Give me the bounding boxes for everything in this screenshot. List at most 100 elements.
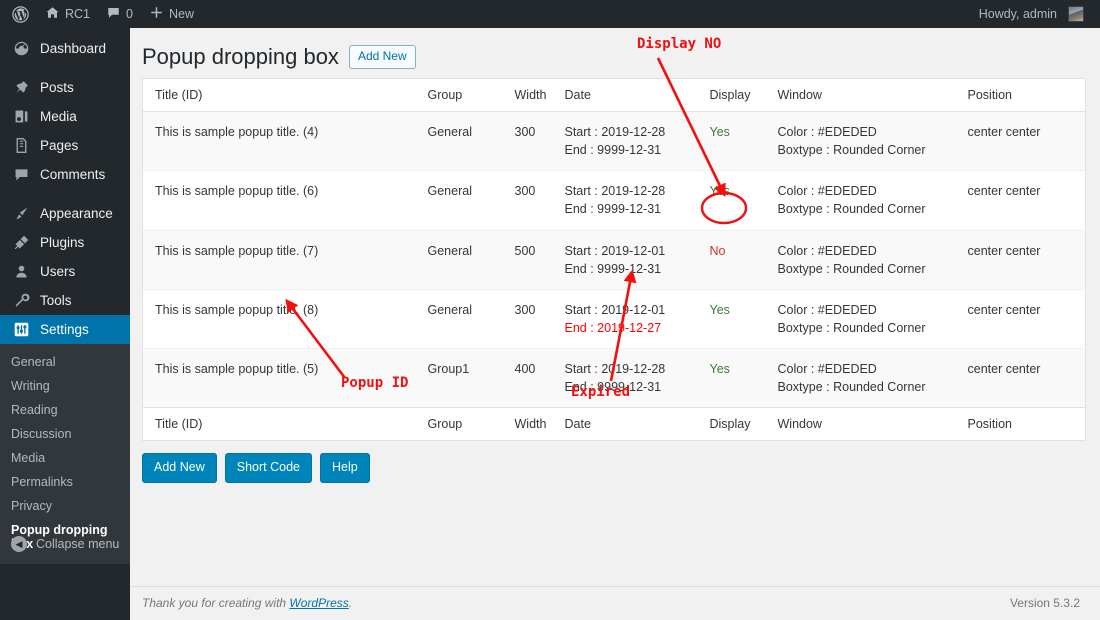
plus-icon: [149, 5, 164, 23]
submenu-item-general[interactable]: General: [0, 350, 130, 374]
admin-bar-my-account[interactable]: Howdy, admin: [971, 0, 1092, 28]
wordpress-link[interactable]: WordPress: [289, 596, 348, 610]
menu-separator: [0, 189, 130, 199]
collapse-menu-button[interactable]: ◀ Collapse menu: [0, 531, 130, 557]
cell-date: Start : 2019-12-01 End : 9999-12-31: [564, 229, 710, 290]
sidebar-item-label: Posts: [40, 80, 74, 95]
cell-position: center center: [967, 229, 1086, 290]
column-header-date[interactable]: Date: [564, 78, 710, 112]
plug-icon: [11, 233, 31, 253]
cell-width: 300: [514, 110, 565, 171]
wordpress-admin-screen: RC1 0 New Howdy, admin Dashboard Posts M…: [0, 0, 1100, 620]
column-footer-title[interactable]: Title (ID): [142, 407, 428, 441]
sidebar-item-media[interactable]: Media: [0, 102, 130, 131]
table-row[interactable]: This is sample popup title. (7) General …: [142, 229, 1086, 290]
wordpress-logo-icon[interactable]: [4, 0, 37, 28]
sidebar-item-label: Comments: [40, 167, 106, 182]
sidebar-item-dashboard[interactable]: Dashboard: [0, 34, 130, 63]
column-footer-width[interactable]: Width: [514, 407, 565, 441]
add-new-button[interactable]: Add New: [142, 453, 217, 483]
submenu-item-permalinks[interactable]: Permalinks: [0, 470, 130, 494]
cell-window: Color : #EDEDED Boxtype : Rounded Corner: [777, 110, 968, 171]
window-color: Color : #EDEDED: [777, 362, 877, 376]
cell-width: 300: [514, 170, 565, 230]
footer-thanks-prefix: Thank you for creating with: [142, 596, 290, 610]
sidebar-item-appearance[interactable]: Appearance: [0, 199, 130, 228]
admin-bar-site-name[interactable]: RC1: [37, 0, 98, 28]
cell-width: 500: [514, 229, 565, 290]
add-new-button-top[interactable]: Add New: [348, 45, 416, 69]
submenu-item-privacy[interactable]: Privacy: [0, 494, 130, 518]
sidebar-item-comments[interactable]: Comments: [0, 160, 130, 189]
column-footer-position[interactable]: Position: [967, 407, 1086, 441]
column-header-display[interactable]: Display: [709, 78, 778, 112]
column-footer-window[interactable]: Window: [777, 407, 968, 441]
cell-window: Color : #EDEDED Boxtype : Rounded Corner: [777, 229, 968, 290]
howdy-label: Howdy, admin: [978, 7, 1057, 21]
table-row[interactable]: This is sample popup title. (6) General …: [142, 170, 1086, 230]
cell-title: This is sample popup title. (4): [142, 110, 428, 171]
cell-date: Start : 2019-12-28 End : 9999-12-31: [564, 347, 710, 408]
window-boxtype: Boxtype : Rounded Corner: [777, 202, 926, 217]
table-row[interactable]: This is sample popup title. (4) General …: [142, 110, 1086, 171]
collapse-menu-label: Collapse menu: [36, 537, 120, 551]
table-row[interactable]: This is sample popup title. (8) General …: [142, 288, 1086, 349]
sidebar-item-label: Dashboard: [40, 41, 107, 56]
date-end: End : 9999-12-31: [564, 261, 662, 276]
submenu-item-discussion[interactable]: Discussion: [0, 422, 130, 446]
user-icon: [11, 262, 31, 282]
footer-thanks: Thank you for creating with WordPress.: [142, 596, 352, 620]
site-name-label: RC1: [65, 7, 91, 21]
pin-icon: [11, 78, 31, 98]
cell-display: Yes: [709, 110, 778, 171]
sidebar-item-label: Settings: [40, 322, 89, 337]
table-foot: Title (ID) Group Width Date Display Wind…: [142, 407, 1086, 441]
submenu-item-media[interactable]: Media: [0, 446, 130, 470]
column-header-position[interactable]: Position: [967, 78, 1086, 112]
sidebar-item-label: Tools: [40, 293, 72, 308]
column-footer-group[interactable]: Group: [427, 407, 515, 441]
table-row[interactable]: This is sample popup title. (5) Group1 4…: [142, 347, 1086, 408]
cell-position: center center: [967, 288, 1086, 349]
window-boxtype: Boxtype : Rounded Corner: [777, 380, 926, 395]
table-head: Title (ID) Group Width Date Display Wind…: [142, 78, 1086, 112]
submenu-item-reading[interactable]: Reading: [0, 398, 130, 422]
date-start: Start : 2019-12-28: [564, 362, 666, 376]
brush-icon: [11, 204, 31, 224]
sidebar-item-pages[interactable]: Pages: [0, 131, 130, 160]
cell-title: This is sample popup title. (8): [142, 288, 428, 349]
sidebar-item-plugins[interactable]: Plugins: [0, 228, 130, 257]
column-header-title[interactable]: Title (ID): [142, 78, 428, 112]
help-button[interactable]: Help: [319, 453, 370, 483]
cell-group: General: [427, 288, 515, 349]
column-footer-date[interactable]: Date: [564, 407, 710, 441]
sidebar-item-tools[interactable]: Tools: [0, 286, 130, 315]
submenu-item-writing[interactable]: Writing: [0, 374, 130, 398]
action-button-row: Add New Short Code Help: [130, 441, 1100, 483]
column-header-window[interactable]: Window: [777, 78, 968, 112]
column-footer-display[interactable]: Display: [709, 407, 778, 441]
cell-group: General: [427, 170, 515, 230]
sidebar-item-posts[interactable]: Posts: [0, 73, 130, 102]
column-header-group[interactable]: Group: [427, 78, 515, 112]
menu-separator: [0, 63, 130, 73]
page-header: Popup dropping box Add New: [130, 28, 1100, 78]
sidebar-item-label: Plugins: [40, 235, 85, 250]
column-header-width[interactable]: Width: [514, 78, 565, 112]
wordpress-version: Version 5.3.2: [1009, 596, 1080, 610]
sidebar-item-settings[interactable]: Settings: [0, 315, 138, 344]
cell-display: Yes: [709, 288, 778, 349]
cell-position: center center: [967, 170, 1086, 230]
date-start: Start : 2019-12-28: [564, 125, 666, 139]
date-end: End : 9999-12-31: [564, 143, 662, 158]
admin-bar-new-content[interactable]: New: [141, 0, 202, 28]
admin-bar-comments[interactable]: 0: [98, 0, 141, 28]
cell-title: This is sample popup title. (6): [142, 170, 428, 230]
pages-icon: [11, 136, 31, 156]
page-title: Popup dropping box: [142, 44, 339, 69]
sidebar-item-label: Pages: [40, 138, 79, 153]
sidebar-item-label: Media: [40, 109, 77, 124]
cell-window: Color : #EDEDED Boxtype : Rounded Corner: [777, 288, 968, 349]
short-code-button[interactable]: Short Code: [224, 453, 312, 483]
sidebar-item-users[interactable]: Users: [0, 257, 130, 286]
